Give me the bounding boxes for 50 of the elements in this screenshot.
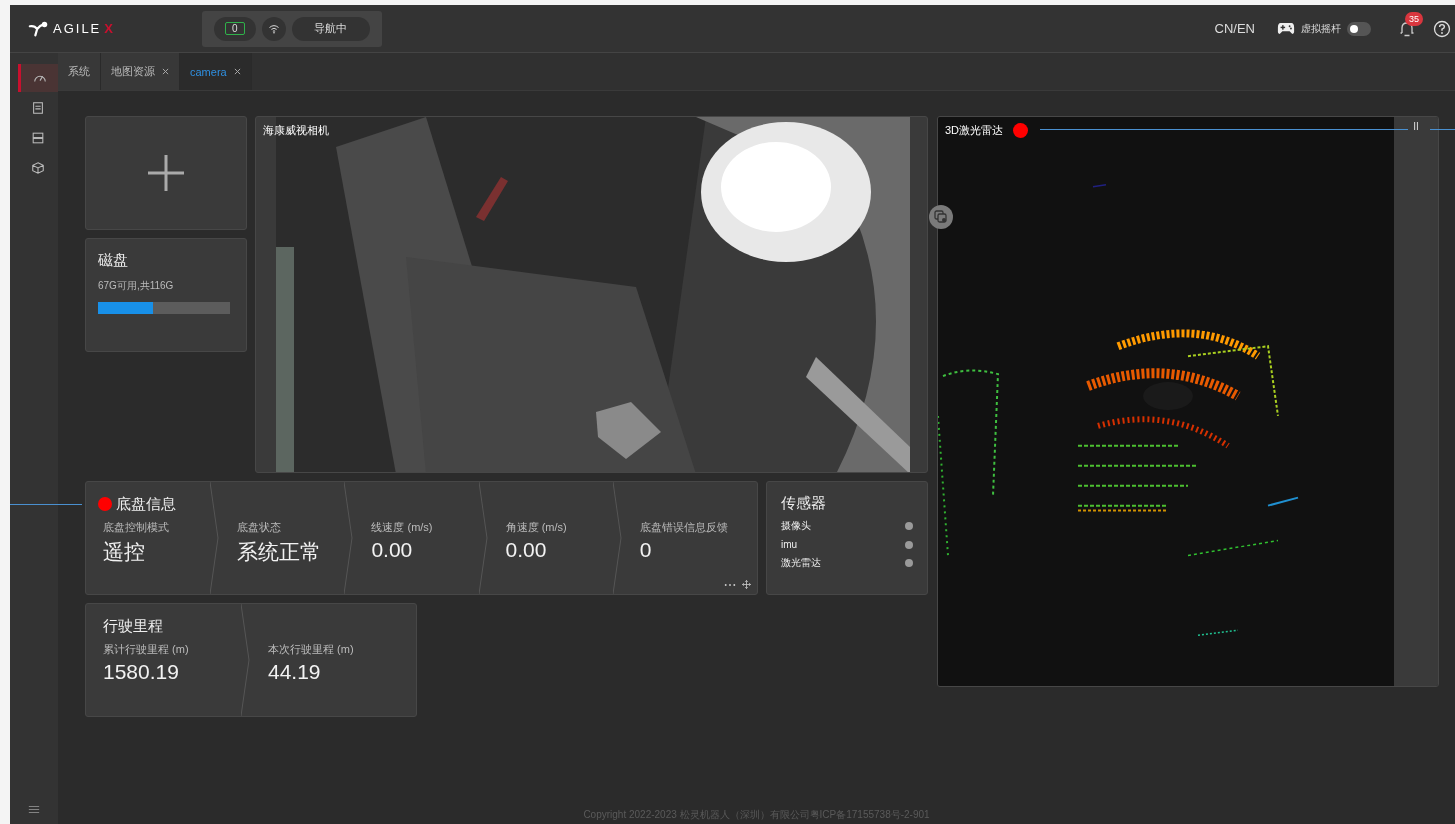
layers-icon[interactable] bbox=[929, 205, 953, 229]
field-label: 本次行驶里程 (m) bbox=[268, 642, 355, 657]
field-value: 系统正常 bbox=[237, 539, 323, 565]
pause-button[interactable]: II bbox=[1413, 120, 1419, 133]
navigation-status: 导航中 bbox=[291, 16, 370, 41]
close-icon[interactable] bbox=[162, 68, 169, 75]
field-value: 遥控 bbox=[103, 539, 146, 565]
joystick-toggle[interactable] bbox=[1347, 21, 1371, 36]
card-title: 底盘信息 bbox=[116, 494, 176, 514]
menu-icon[interactable] bbox=[28, 805, 40, 814]
field-label: 底盘状态 bbox=[237, 520, 283, 535]
gamepad-icon bbox=[1277, 22, 1295, 35]
logo-icon bbox=[28, 19, 50, 38]
marker-dot bbox=[98, 497, 112, 511]
card-title: 磁盘 bbox=[98, 251, 129, 270]
leader-line bbox=[10, 504, 82, 505]
dashboard-icon[interactable] bbox=[18, 64, 58, 92]
card-title: 传感器 bbox=[781, 494, 827, 513]
field-value: 0.00 bbox=[505, 538, 548, 562]
tab[interactable]: 地图资源 bbox=[101, 53, 180, 90]
field-value: 1580.19 bbox=[103, 660, 180, 684]
field-label: 线速度 (m/s) bbox=[371, 520, 434, 535]
field-label: 底盘控制模式 bbox=[103, 520, 170, 535]
wifi-icon bbox=[261, 16, 286, 41]
field-label: 底盘错误信息反馈 bbox=[639, 520, 729, 535]
card-title: 行驶里程 bbox=[103, 616, 163, 636]
move-icon[interactable] bbox=[742, 580, 751, 589]
logo: AGILE X bbox=[28, 19, 202, 38]
field-label: 角速度 (m/s) bbox=[505, 520, 568, 535]
close-icon[interactable] bbox=[233, 68, 241, 75]
field-value: 0 bbox=[639, 538, 653, 562]
field-value: 44.19 bbox=[268, 660, 322, 684]
leader-line bbox=[1430, 129, 1455, 130]
language-link[interactable]: CN/EN bbox=[1214, 21, 1255, 36]
field-value: 0.00 bbox=[371, 538, 414, 562]
tab[interactable]: 系统 bbox=[58, 53, 101, 90]
battery-indicator: 0 bbox=[214, 16, 256, 41]
sensor-name: imu bbox=[781, 539, 798, 550]
disk-usage-text: 67G可用,共116G bbox=[98, 279, 175, 293]
joystick-label: 虚拟摇杆 bbox=[1301, 21, 1341, 36]
lidar-title: 3D激光雷达 bbox=[945, 123, 1004, 138]
camera-title: 海康威视相机 bbox=[263, 123, 329, 138]
more-icon[interactable] bbox=[724, 582, 736, 587]
plus-icon bbox=[146, 153, 186, 193]
help-icon[interactable] bbox=[1433, 19, 1451, 38]
notification-badge: 35 bbox=[1405, 11, 1423, 26]
sensor-name: 摄像头 bbox=[781, 519, 811, 533]
tab[interactable]: camera bbox=[180, 53, 252, 90]
sensor-name: 激光雷达 bbox=[781, 556, 821, 570]
field-label: 累计行驶里程 (m) bbox=[103, 642, 190, 657]
